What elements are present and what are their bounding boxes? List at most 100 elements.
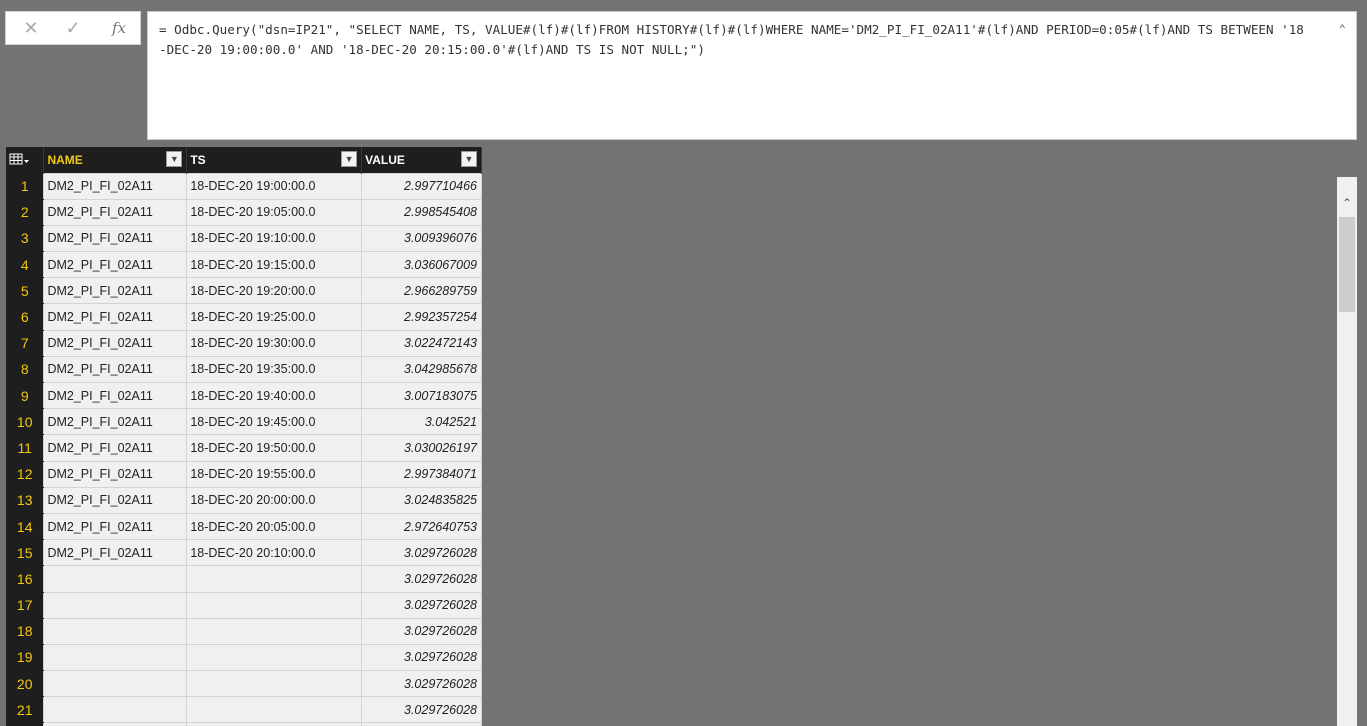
cell-value[interactable]: 3.029726028 <box>361 617 482 645</box>
row-number[interactable]: 20 <box>6 670 44 698</box>
cell-value[interactable]: 3.024835825 <box>361 486 482 514</box>
cell-name[interactable]: DM2_PI_FI_02A11 <box>43 512 188 541</box>
cell-value[interactable]: 3.029726028 <box>361 591 482 619</box>
cell-ts[interactable]: 18-DEC-20 19:10:00.0 <box>186 224 363 253</box>
cell-name[interactable]: DM2_PI_FI_02A11 <box>43 434 188 462</box>
row-number[interactable]: 19 <box>6 644 44 672</box>
cell-ts[interactable] <box>186 670 363 698</box>
column-header-ts[interactable]: TS ▼ <box>186 147 363 173</box>
cell-name[interactable]: DM2_PI_FI_02A11 <box>43 303 188 331</box>
row-number[interactable]: 8 <box>6 356 44 384</box>
row-number[interactable]: 7 <box>6 330 44 357</box>
cell-ts[interactable]: 18-DEC-20 19:30:00.0 <box>186 329 363 357</box>
row-number[interactable]: 17 <box>6 592 44 619</box>
column-header-name[interactable]: NAME ▼ <box>43 147 188 173</box>
cell-value[interactable]: 2.992357254 <box>361 303 482 331</box>
row-number[interactable]: 6 <box>6 303 44 331</box>
cell-name[interactable]: DM2_PI_FI_02A11 <box>43 277 188 305</box>
row-number[interactable]: 2 <box>6 199 44 226</box>
cell-value[interactable]: 3.042985678 <box>361 355 482 384</box>
cell-value[interactable]: 3.022472143 <box>361 329 482 357</box>
filter-dropdown-button[interactable]: ▼ <box>341 151 358 167</box>
row-number[interactable]: 13 <box>6 487 44 514</box>
cell-ts[interactable]: 18-DEC-20 19:05:00.0 <box>186 198 363 226</box>
cell-ts[interactable]: 18-DEC-20 19:15:00.0 <box>186 251 363 279</box>
cell-ts[interactable]: 18-DEC-20 19:45:00.0 <box>186 408 363 436</box>
cell-ts[interactable] <box>186 696 363 724</box>
cell-value[interactable]: 2.966289759 <box>361 277 482 305</box>
cell-value[interactable]: 2.972640753 <box>361 512 482 541</box>
cell-value[interactable]: 2.997384071 <box>361 460 482 488</box>
cell-ts[interactable]: 18-DEC-20 20:00:00.0 <box>186 486 363 514</box>
row-number[interactable]: 14 <box>6 513 44 541</box>
cell-ts[interactable]: 18-DEC-20 19:40:00.0 <box>186 381 363 410</box>
cell-ts[interactable] <box>186 591 363 619</box>
filter-dropdown-button[interactable]: ▼ <box>166 151 183 167</box>
cell-name[interactable] <box>43 670 188 698</box>
cell-name[interactable]: DM2_PI_FI_02A11 <box>43 198 188 226</box>
scroll-up-button[interactable]: ⌃ <box>1337 193 1357 213</box>
column-header-value[interactable]: VALUE ▼ <box>361 147 482 173</box>
cell-ts[interactable] <box>186 643 363 672</box>
cell-ts[interactable]: 18-DEC-20 19:00:00.0 <box>186 172 363 200</box>
cell-ts[interactable]: 18-DEC-20 19:20:00.0 <box>186 277 363 305</box>
cell-ts[interactable]: 18-DEC-20 20:05:00.0 <box>186 512 363 541</box>
row-number[interactable]: 18 <box>6 618 44 645</box>
cell-value[interactable]: 3.030026197 <box>361 434 482 462</box>
row-number[interactable]: 1 <box>6 173 44 200</box>
filter-dropdown-button[interactable]: ▼ <box>461 151 477 167</box>
cell-name[interactable]: DM2_PI_FI_02A11 <box>43 539 188 567</box>
cell-name[interactable]: DM2_PI_FI_02A11 <box>43 460 188 488</box>
cell-name[interactable] <box>43 696 188 724</box>
row-number[interactable]: 12 <box>6 461 44 488</box>
cell-name[interactable]: DM2_PI_FI_02A11 <box>43 172 188 200</box>
cell-value[interactable]: 2.997710466 <box>361 172 482 200</box>
cell-name[interactable] <box>43 643 188 672</box>
cell-value[interactable]: 2.998545408 <box>361 198 482 226</box>
cell-name[interactable] <box>43 565 188 593</box>
row-number[interactable]: 5 <box>6 277 44 305</box>
cell-name[interactable]: DM2_PI_FI_02A11 <box>43 251 188 279</box>
cell-name[interactable]: DM2_PI_FI_02A11 <box>43 329 188 357</box>
confirm-button[interactable]: ✓ <box>56 12 90 44</box>
scroll-thumb[interactable] <box>1339 217 1355 312</box>
row-number[interactable]: 15 <box>6 539 44 567</box>
collapse-formula-button[interactable]: ⌃ <box>1339 19 1346 39</box>
row-number[interactable]: 21 <box>6 696 44 724</box>
cell-value[interactable]: 3.029726028 <box>361 565 482 593</box>
fx-button[interactable]: fx <box>102 12 136 44</box>
cell-name[interactable]: DM2_PI_FI_02A11 <box>43 486 188 514</box>
row-number[interactable]: 9 <box>6 382 44 410</box>
table-row: 18 3.029726028 <box>6 617 482 645</box>
cell-value[interactable]: 3.029726028 <box>361 539 482 567</box>
cell-name[interactable] <box>43 591 188 619</box>
cell-value[interactable]: 3.029726028 <box>361 670 482 698</box>
cell-name[interactable]: DM2_PI_FI_02A11 <box>43 381 188 410</box>
cell-ts[interactable] <box>186 565 363 593</box>
cell-ts[interactable]: 18-DEC-20 19:25:00.0 <box>186 303 363 331</box>
cell-ts[interactable] <box>186 617 363 645</box>
cell-ts[interactable]: 18-DEC-20 20:10:00.0 <box>186 539 363 567</box>
cell-value[interactable]: 3.036067009 <box>361 251 482 279</box>
row-number[interactable]: 16 <box>6 565 44 593</box>
vertical-scrollbar[interactable]: ⌃ <box>1337 177 1357 726</box>
cell-ts[interactable]: 18-DEC-20 19:50:00.0 <box>186 434 363 462</box>
cancel-button[interactable]: ✕ <box>14 12 48 44</box>
cell-ts[interactable]: 18-DEC-20 19:35:00.0 <box>186 355 363 384</box>
cell-name[interactable]: DM2_PI_FI_02A11 <box>43 224 188 253</box>
cell-value[interactable]: 3.009396076 <box>361 224 482 253</box>
cell-value[interactable]: 3.029726028 <box>361 696 482 724</box>
cell-value[interactable]: 3.042521 <box>361 408 482 436</box>
cell-name[interactable]: DM2_PI_FI_02A11 <box>43 355 188 384</box>
row-number[interactable]: 11 <box>6 434 44 462</box>
table-menu-button[interactable] <box>6 147 45 173</box>
cell-value[interactable]: 3.029726028 <box>361 643 482 672</box>
row-number[interactable]: 4 <box>6 251 44 279</box>
formula-input[interactable]: = Odbc.Query("dsn=IP21", "SELECT NAME, T… <box>147 11 1357 140</box>
cell-value[interactable]: 3.007183075 <box>361 381 482 410</box>
cell-name[interactable] <box>43 617 188 645</box>
row-number[interactable]: 3 <box>6 225 44 253</box>
row-number[interactable]: 10 <box>6 408 44 436</box>
cell-name[interactable]: DM2_PI_FI_02A11 <box>43 408 188 436</box>
cell-ts[interactable]: 18-DEC-20 19:55:00.0 <box>186 460 363 488</box>
